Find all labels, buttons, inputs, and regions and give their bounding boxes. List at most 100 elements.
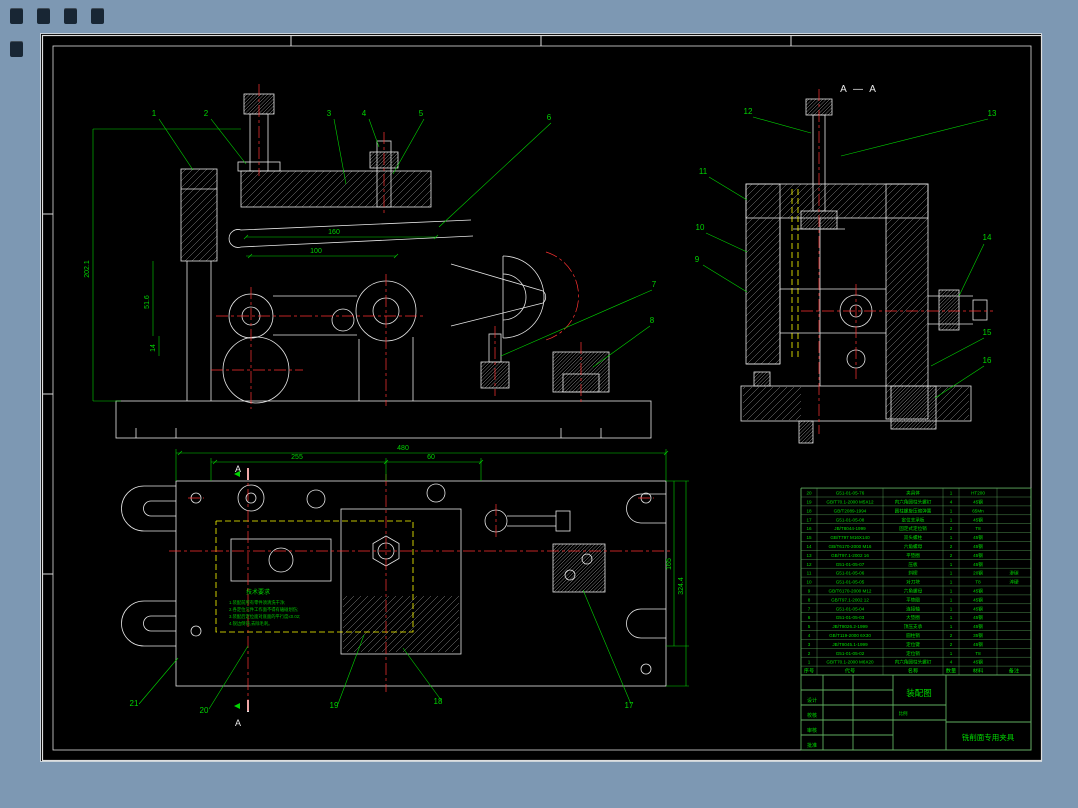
table-cell: 定位销 <box>906 650 920 657</box>
table-cell: 双头螺柱 <box>904 534 923 541</box>
parts-table: 20 G51-01-05-76 夹具体 1 HT200 19 GB/T70.1-2000 M… <box>800 487 1032 676</box>
dim-165: 165 <box>666 558 673 570</box>
table-cell: 45钢 <box>973 623 983 630</box>
table-cell: 45钢 <box>973 534 983 541</box>
table-cell: G51-01-05-05 <box>836 580 865 585</box>
section-view-geometry <box>740 98 988 444</box>
balloon-5: 5 <box>419 109 424 118</box>
table-cell: 20 <box>806 491 812 496</box>
cad-drawing: 160 100 51.6 14 202.1 1 2 3 4 5 6 7 8 A … <box>41 34 1043 762</box>
table-cell: 压板 <box>908 561 918 568</box>
balloon-13: 13 <box>988 109 997 118</box>
table-cell: 定位支承板 <box>902 516 925 523</box>
table-cell: 固定式定位销 <box>899 525 927 532</box>
section-view-balloons: 12 13 11 10 9 14 15 16 <box>695 107 997 399</box>
table-cell: 圆柱螺旋压缩弹簧 <box>895 507 932 514</box>
dim-480: 480 <box>397 445 409 452</box>
table-cell: 内六角圆柱头螺钉 <box>895 659 932 666</box>
table-cell: 定位键 <box>906 641 920 648</box>
table-cell: GB/T70.1-2000 M5X12 <box>826 500 874 505</box>
front-view-dimensions: 160 100 51.6 14 202.1 <box>84 128 439 402</box>
table-cell: 20钢 <box>973 570 983 577</box>
table-cell: 1 <box>950 517 953 522</box>
table-cell: 1 <box>950 615 953 620</box>
table-cell: 45钢 <box>973 588 983 595</box>
dim-160: 160 <box>328 229 340 236</box>
scale-label: 比例 <box>899 710 908 717</box>
table-cell: 4 <box>950 500 953 505</box>
tech-requirements-line: 3.装配后定位面对底面的平行度≤0.02; <box>229 613 300 620</box>
desktop-icon[interactable] <box>91 8 104 24</box>
table-cell: 45钢 <box>973 605 983 612</box>
table-cell: JB/T8044-1999 <box>834 526 866 531</box>
table-cell: 斜楔 <box>908 570 918 577</box>
table-cell: JB/T8045.1-1999 <box>832 642 868 647</box>
drawing-sheet: 160 100 51.6 14 202.1 1 2 3 4 5 6 7 8 A … <box>40 33 1043 762</box>
balloon-8: 8 <box>650 316 655 325</box>
desktop-icon[interactable] <box>10 41 23 57</box>
balloon-10: 10 <box>696 223 705 232</box>
table-cell: 内六角圆柱头螺钉 <box>895 499 932 506</box>
table-header-cell: 数量 <box>946 667 956 675</box>
table-cell: 18 <box>806 508 812 513</box>
table-cell: GB/T119-2000 6X30 <box>829 633 871 638</box>
table-cell: T8 <box>975 580 981 585</box>
table-cell: 夹具体 <box>906 490 920 497</box>
table-cell: 3 <box>808 642 811 647</box>
table-cell: GB/T797 M16X140 <box>830 535 870 540</box>
table-cell: JB/T8026.2-1999 <box>832 624 868 629</box>
table-cell: 淬硬 <box>1009 579 1019 586</box>
section-letter-bottom: A <box>235 718 241 728</box>
balloon-14: 14 <box>983 233 992 242</box>
desktop-icon[interactable] <box>10 8 23 24</box>
desktop-icon[interactable] <box>64 8 77 24</box>
table-cell: 1 <box>950 651 953 656</box>
table-cell: 1 <box>950 491 953 496</box>
dim-60: 60 <box>427 454 435 461</box>
balloon-12: 12 <box>744 107 753 116</box>
tech-requirements-line: 4.锐边倒钝,去除毛刺。 <box>229 620 272 627</box>
dim-255: 255 <box>291 454 303 461</box>
balloon-15: 15 <box>983 328 992 337</box>
title-label-check: 校核 <box>807 712 817 719</box>
table-cell: 4 <box>808 633 811 638</box>
table-cell: GB/T70.1-2000 M6X20 <box>826 660 874 665</box>
desktop-icon[interactable] <box>37 8 50 24</box>
table-cell: 1 <box>950 624 953 629</box>
table-cell: 65Mn <box>972 508 984 513</box>
section-arrow-bottom <box>234 703 240 709</box>
table-cell: GB/T97.1-2002 12 <box>831 597 869 602</box>
table-cell: 19 <box>806 500 812 505</box>
table-cell: GB/T2089-1994 <box>834 508 867 513</box>
balloon-4: 4 <box>362 109 367 118</box>
table-cell: G51-01-05-04 <box>836 606 865 611</box>
table-header-cell: 材料 <box>973 667 983 675</box>
table-cell: 5 <box>808 624 811 629</box>
title-label-approve: 批准 <box>807 742 817 749</box>
plan-view-geometry <box>121 468 667 712</box>
section-label: A — A <box>840 84 878 95</box>
balloon-17: 17 <box>625 701 634 710</box>
dim-100: 100 <box>310 248 322 255</box>
table-cell: 1 <box>950 571 953 576</box>
table-cell: 45钢 <box>973 552 983 559</box>
table-cell: 13 <box>806 553 812 558</box>
table-cell: 45钢 <box>973 641 983 648</box>
title-label-audit: 审核 <box>807 727 817 734</box>
table-cell: G51-01-05-76 <box>836 491 865 496</box>
table-cell: 连接轴 <box>906 605 920 612</box>
balloon-2: 2 <box>204 109 209 118</box>
front-view-balloons: 1 2 3 4 5 6 7 8 <box>152 109 657 368</box>
table-cell: 7 <box>808 606 811 611</box>
table-cell: 35钢 <box>973 632 983 639</box>
dim-51-6: 51.6 <box>144 295 151 309</box>
table-cell: 14 <box>806 544 812 549</box>
table-cell: 11 <box>807 571 812 576</box>
table-cell: 1 <box>950 535 953 540</box>
table-cell: HT200 <box>971 491 985 496</box>
table-cell: G51-01-05-07 <box>836 562 865 567</box>
balloon-6: 6 <box>547 113 552 122</box>
table-cell: G51-01-05-02 <box>836 651 865 656</box>
table-cell: 4 <box>950 660 953 665</box>
table-cell: 6 <box>808 615 811 620</box>
